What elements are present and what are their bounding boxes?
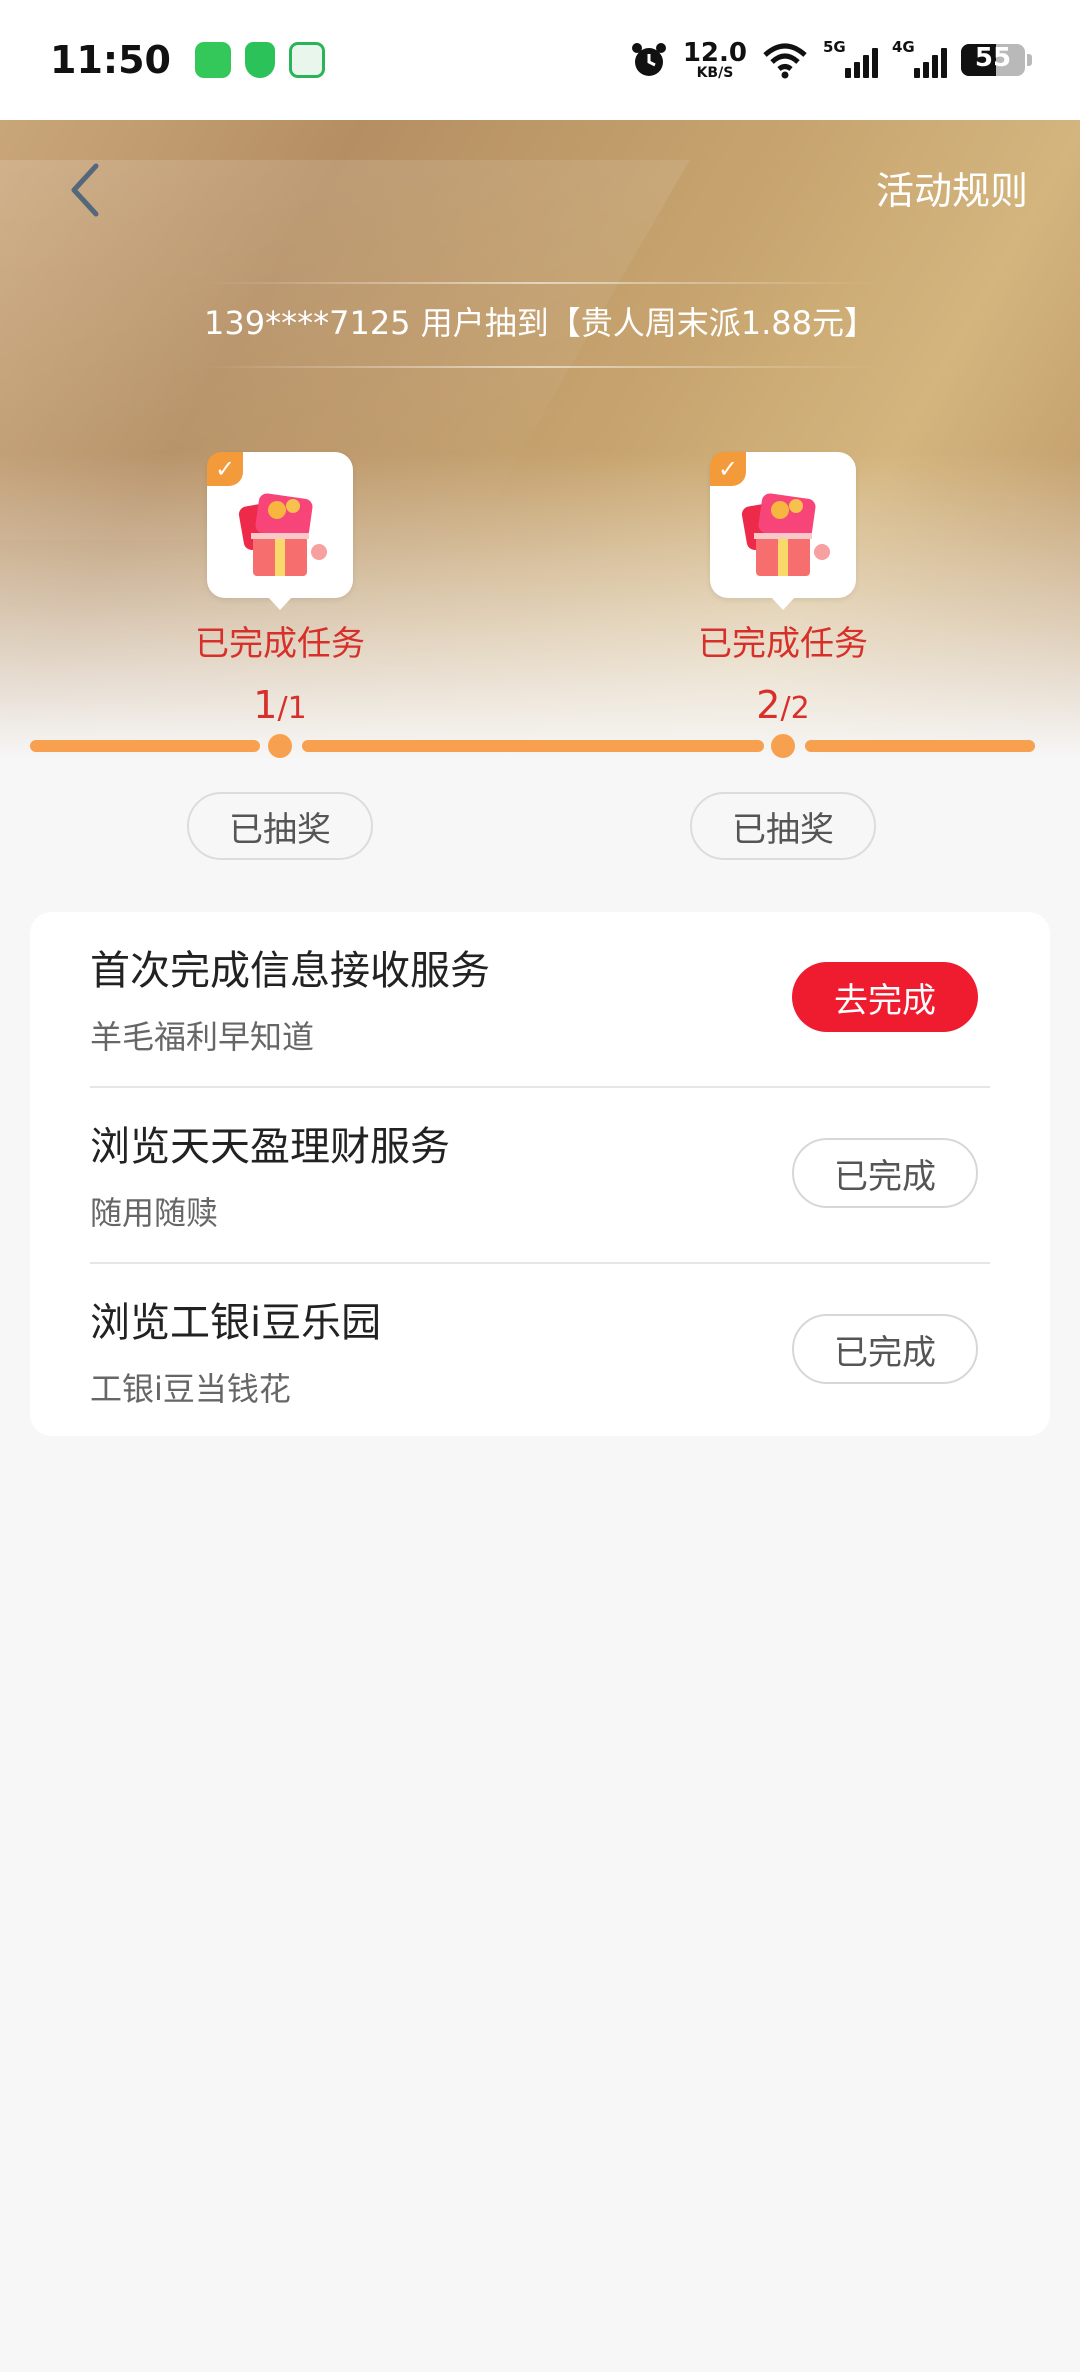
ticker-divider-bottom <box>200 366 880 368</box>
progress-node-1 <box>268 734 292 758</box>
completed-check-icon: ✓ <box>207 452 243 486</box>
go-complete-button[interactable]: 去完成 <box>792 962 978 1032</box>
progress-track-segment <box>805 740 1035 752</box>
progress-track-segment <box>302 740 764 752</box>
completed-button[interactable]: 已完成 <box>792 1138 978 1208</box>
task-subtitle: 随用随赎 <box>90 1194 219 1232</box>
milestone-1: ✓ 已完成任务 1/1 <box>130 452 430 727</box>
winner-ticker: 139****7125 用户抽到【贵人周末派1.88元】 <box>204 304 876 342</box>
milestone-2-claimed-button[interactable]: 已抽奖 <box>690 792 876 860</box>
activity-rules-link[interactable]: 活动规则 <box>876 160 1028 215</box>
network-speed-value: 12.0 <box>682 38 747 68</box>
milestone-2: ✓ 已完成任务 2/2 <box>633 452 933 727</box>
red-packet-gift-icon: ✓ <box>207 452 353 610</box>
network-speed: 12.0 KB/S <box>683 40 747 80</box>
task-list-card: 首次完成信息接收服务 羊毛福利早知道 去完成 浏览天天盈理财服务 随用随赎 已完… <box>30 912 1050 1436</box>
battery-icon: 55 <box>961 44 1025 76</box>
network-speed-unit: KB/S <box>696 65 734 81</box>
task-title: 首次完成信息接收服务 <box>90 948 490 994</box>
security-shield-icon <box>244 42 275 78</box>
milestone-1-claimed-button[interactable]: 已抽奖 <box>187 792 373 860</box>
milestone-progress-done: 1 <box>253 683 278 727</box>
completed-check-icon: ✓ <box>710 452 746 486</box>
task-subtitle: 工银i豆当钱花 <box>90 1370 291 1408</box>
messages-app-icon <box>194 42 231 78</box>
ticker-divider-top <box>200 282 880 284</box>
signal-4g-icon: 4G <box>892 38 947 78</box>
wallet-app-icon <box>288 42 325 78</box>
progress-node-2 <box>771 734 795 758</box>
wifi-icon <box>763 43 807 79</box>
status-time: 11:50 <box>50 38 171 82</box>
progress-track-segment <box>30 740 260 752</box>
notification-icons <box>194 42 325 78</box>
alarm-clock-icon <box>631 43 666 76</box>
back-chevron-icon[interactable] <box>60 160 112 220</box>
task-item: 浏览天天盈理财服务 随用随赎 已完成 <box>90 1088 990 1264</box>
red-packet-gift-icon: ✓ <box>710 452 856 610</box>
milestone-progress: 1/1 <box>130 683 430 727</box>
signal-5g-icon: 5G <box>823 38 878 78</box>
milestone-progress: 2/2 <box>633 683 933 727</box>
milestone-progress-total: /1 <box>277 691 307 726</box>
signal-5g-label: 5G <box>823 38 846 56</box>
task-title: 浏览工银i豆乐园 <box>90 1300 382 1346</box>
task-title: 浏览天天盈理财服务 <box>90 1124 450 1170</box>
completed-button[interactable]: 已完成 <box>792 1314 978 1384</box>
milestone-status: 已完成任务 <box>195 624 365 664</box>
status-bar: 11:50 12.0 KB/S 5G 4G 55 <box>0 0 1080 120</box>
signal-4g-label: 4G <box>892 38 915 56</box>
task-subtitle: 羊毛福利早知道 <box>90 1018 315 1056</box>
milestone-status: 已完成任务 <box>698 624 868 664</box>
task-item: 浏览工银i豆乐园 工银i豆当钱花 已完成 <box>90 1264 990 1440</box>
task-item: 首次完成信息接收服务 羊毛福利早知道 去完成 <box>90 912 990 1088</box>
battery-level: 55 <box>974 44 1012 73</box>
milestone-progress-total: /2 <box>780 691 810 726</box>
milestone-progress-done: 2 <box>756 683 781 727</box>
